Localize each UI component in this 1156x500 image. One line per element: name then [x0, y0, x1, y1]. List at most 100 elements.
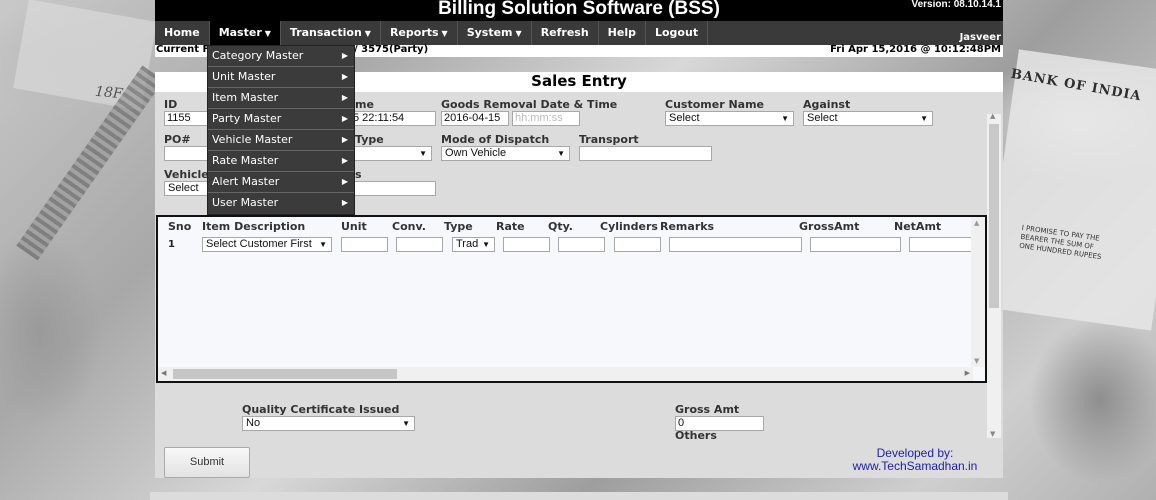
partial-label: s — [355, 168, 362, 181]
menu-item-item-master[interactable]: Item Master ▶ — [208, 88, 354, 109]
chevron-right-icon: ▶ — [341, 177, 348, 186]
select-value: Own Vehicle — [445, 147, 507, 159]
menu-item-alert-master[interactable]: Alert Master ▶ — [208, 172, 354, 193]
menu-label: Category Master — [212, 49, 304, 62]
type-row-select[interactable]: Trad ▼ — [452, 237, 495, 252]
nav-transaction[interactable]: Transaction ▼ — [281, 21, 381, 45]
conv-field[interactable] — [396, 237, 443, 252]
mode-of-dispatch-label: Mode of Dispatch — [441, 133, 550, 146]
nav-label: Refresh — [540, 26, 589, 39]
remarks-field[interactable] — [669, 237, 802, 252]
scrollbar-thumb[interactable] — [989, 124, 999, 308]
goods-removal-label: Goods Removal Date & Time — [441, 98, 618, 111]
nav-label: Help — [607, 26, 636, 39]
select-value: No — [246, 417, 261, 429]
grid-horizontal-scrollbar[interactable]: ◀ ▶ — [158, 367, 973, 381]
column-header: Cylinders — [600, 220, 658, 233]
nav-refresh[interactable]: Refresh — [532, 21, 599, 45]
chevron-down-icon: ▼ — [441, 29, 448, 38]
gross-amt-field[interactable] — [810, 237, 901, 252]
chevron-right-icon: ▶ — [341, 72, 348, 81]
chevron-down-icon: ▼ — [319, 240, 327, 249]
customer-name-select[interactable]: Select ▼ — [665, 111, 794, 126]
item-description-select[interactable]: Select Customer First ▼ — [202, 237, 332, 252]
scroll-down-icon[interactable]: ▼ — [974, 357, 979, 365]
scroll-down-icon[interactable]: ▼ — [990, 430, 995, 438]
menu-item-category-master[interactable]: Category Master ▶ — [208, 46, 354, 67]
qty-field[interactable] — [558, 237, 605, 252]
rate-field[interactable] — [503, 237, 550, 252]
datetime-field[interactable]: 5 22:11:54 — [350, 111, 436, 126]
menu-label: Alert Master — [212, 175, 280, 188]
nav-logout[interactable]: Logout — [646, 21, 709, 45]
scroll-up-icon[interactable]: ▲ — [974, 219, 979, 227]
mode-of-dispatch-select[interactable]: Own Vehicle ▼ — [441, 146, 570, 161]
menu-item-party-master[interactable]: Party Master ▶ — [208, 109, 354, 130]
po-label: PO# — [164, 133, 191, 146]
menu-label: Item Master — [212, 91, 279, 104]
chevron-down-icon: ▼ — [920, 114, 928, 123]
chevron-down-icon: ▼ — [781, 114, 789, 123]
submit-button[interactable]: Submit — [164, 447, 250, 478]
nav-help[interactable]: Help — [599, 21, 646, 45]
transport-field[interactable] — [579, 146, 712, 161]
background-banknote-stripe — [16, 65, 164, 261]
chevron-down-icon: ▼ — [482, 240, 490, 249]
app-window: Billing Solution Software (BSS) Version:… — [150, 0, 1008, 500]
menu-item-vehicle-master[interactable]: Vehicle Master ▶ — [208, 130, 354, 151]
scroll-left-icon[interactable]: ◀ — [161, 369, 166, 377]
menu-label: User Master — [212, 196, 279, 209]
nav-label: Master — [218, 26, 262, 39]
nav-home[interactable]: Home — [155, 21, 210, 45]
developer-link[interactable]: www.TechSamadhan.in — [835, 460, 995, 473]
gross-amt-label: Gross Amt — [675, 403, 740, 416]
app-title: Billing Solution Software (BSS) — [438, 0, 720, 19]
type-label: Type — [355, 133, 384, 146]
chevron-right-icon: ▶ — [341, 156, 348, 165]
cylinders-field[interactable] — [614, 237, 661, 252]
net-amt-field[interactable] — [909, 237, 973, 252]
menu-item-rate-master[interactable]: Rate Master ▶ — [208, 151, 354, 172]
select-value: Select Customer First — [206, 238, 312, 250]
chevron-right-icon: ▶ — [341, 93, 348, 102]
chevron-right-icon: ▶ — [341, 198, 348, 207]
background-banknote — [13, 0, 157, 111]
scroll-right-icon[interactable]: ▶ — [965, 369, 970, 377]
quality-certificate-select[interactable]: No ▼ — [242, 416, 415, 431]
nav-reports[interactable]: Reports ▼ — [381, 21, 458, 45]
column-header: GrossAmt — [799, 220, 860, 233]
id-label: ID — [164, 98, 178, 111]
column-header: Item Description — [202, 220, 306, 233]
vehicle-label: Vehicle — [164, 168, 209, 181]
menu-item-unit-master[interactable]: Unit Master ▶ — [208, 67, 354, 88]
main-nav: Home Master ▼ Transaction ▼ Reports ▼ Syste… — [155, 21, 1003, 45]
nav-system[interactable]: System ▼ — [458, 21, 532, 45]
scroll-up-icon[interactable]: ▲ — [990, 112, 995, 120]
master-dropdown-menu: Category Master ▶ Unit Master ▶ Item Maste… — [207, 45, 355, 215]
version-label: Version: 08.10.14.1 — [911, 0, 1001, 10]
nav-label: Reports — [389, 26, 439, 39]
partial-field[interactable] — [350, 181, 436, 196]
select-value: Select — [807, 112, 838, 124]
column-header: Rate — [496, 220, 525, 233]
menu-item-user-master[interactable]: User Master ▶ — [208, 193, 354, 214]
goods-removal-time-field[interactable]: hh:mm:ss — [512, 111, 580, 126]
form-scrollbar[interactable]: ▲ ▼ — [987, 112, 1001, 438]
grid-vertical-scrollbar[interactable]: ▲ ▼ — [971, 217, 985, 367]
type-select[interactable]: ▼ — [350, 146, 432, 161]
title-bar: Billing Solution Software (BSS) Version:… — [155, 0, 1003, 21]
scrollbar-thumb[interactable] — [173, 369, 397, 379]
datetime-label: me — [355, 98, 374, 111]
against-select[interactable]: Select ▼ — [803, 111, 933, 126]
chevron-down-icon: ▼ — [264, 29, 271, 38]
nav-label: Transaction — [289, 26, 362, 39]
chevron-down-icon: ▼ — [364, 29, 371, 38]
others-label: Others — [675, 429, 717, 439]
background-rbi-text: BANK OF INDIA — [1009, 66, 1143, 105]
unit-field[interactable] — [341, 237, 388, 252]
nav-master[interactable]: Master ▼ — [209, 21, 281, 45]
goods-removal-date-field[interactable]: 2016-04-15 — [441, 111, 509, 126]
column-header: Type — [444, 220, 473, 233]
chevron-right-icon: ▶ — [341, 114, 348, 123]
row-sno: 1 — [168, 239, 175, 250]
